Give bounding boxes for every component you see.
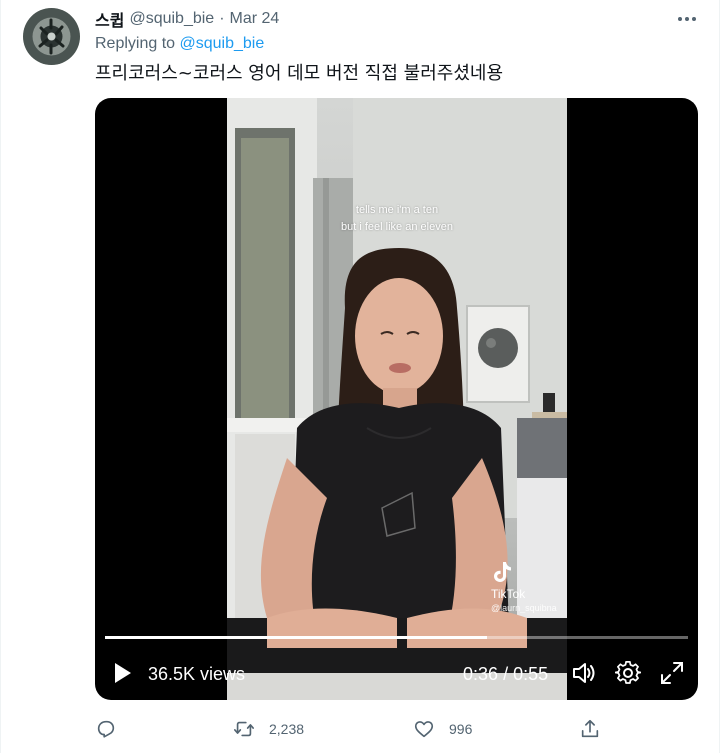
fullscreen-icon[interactable] <box>659 660 685 686</box>
video-caption: tells me i'm a ten but i feel like an el… <box>227 202 567 236</box>
separator: · <box>219 10 225 27</box>
tweet[interactable]: 스큅 @squib_bie · Mar 24 Replying to @squi… <box>0 0 720 753</box>
replying-to-mention[interactable]: @squib_bie <box>180 35 265 52</box>
gear-icon[interactable] <box>614 660 642 686</box>
retweet-count: 2,238 <box>269 721 305 737</box>
tiktok-icon <box>494 562 511 582</box>
video-time: 0:36 / 0:55 <box>463 664 548 685</box>
progress-bar[interactable] <box>105 636 688 639</box>
more-icon[interactable] <box>673 8 701 30</box>
retweet-icon <box>234 721 254 737</box>
time-total: 0:55 <box>513 664 549 684</box>
avatar[interactable] <box>23 8 80 65</box>
play-icon[interactable] <box>113 662 133 684</box>
reply-icon <box>97 720 115 738</box>
tweet-header: 스큅 @squib_bie · Mar 24 <box>95 8 279 30</box>
view-count: 36.5K views <box>148 664 246 684</box>
tweet-date[interactable]: Mar 24 <box>230 10 280 28</box>
reply-button[interactable] <box>95 716 117 742</box>
caption-line-1: tells me i'm a ten <box>355 204 439 216</box>
time-current: 0:36 <box>463 664 499 684</box>
tiktok-brand: TikTok <box>491 587 526 601</box>
replying-prefix: Replying to <box>95 35 176 52</box>
volume-icon[interactable] <box>571 660 597 686</box>
progress-fill <box>105 636 487 639</box>
like-count: 996 <box>449 721 473 737</box>
replying-to: Replying to @squib_bie <box>95 35 264 53</box>
time-separator: / <box>503 664 509 684</box>
share-button[interactable] <box>579 716 601 742</box>
like-button[interactable]: 996 <box>413 716 472 742</box>
tweet-actions: 2,238 996 <box>95 716 615 742</box>
like-icon <box>414 721 434 738</box>
tiktok-username: @laurn_squibna <box>491 603 557 613</box>
caption-line-2: but i feel like an eleven <box>341 221 453 233</box>
video-controls: 36.5K views 0:36 / 0:55 <box>95 656 698 690</box>
display-name[interactable]: 스큅 <box>95 7 124 31</box>
video-player[interactable]: tells me i'm a ten but i feel like an el… <box>95 98 698 700</box>
user-handle[interactable]: @squib_bie <box>129 10 214 28</box>
tiktok-watermark: TikTok @laurn_squibna <box>491 560 571 613</box>
share-icon <box>581 719 599 738</box>
tweet-text: 프리코러스~코러스 영어 데모 버전 직접 불러주셨네용 <box>95 63 504 84</box>
retweet-button[interactable]: 2,238 <box>233 716 304 742</box>
